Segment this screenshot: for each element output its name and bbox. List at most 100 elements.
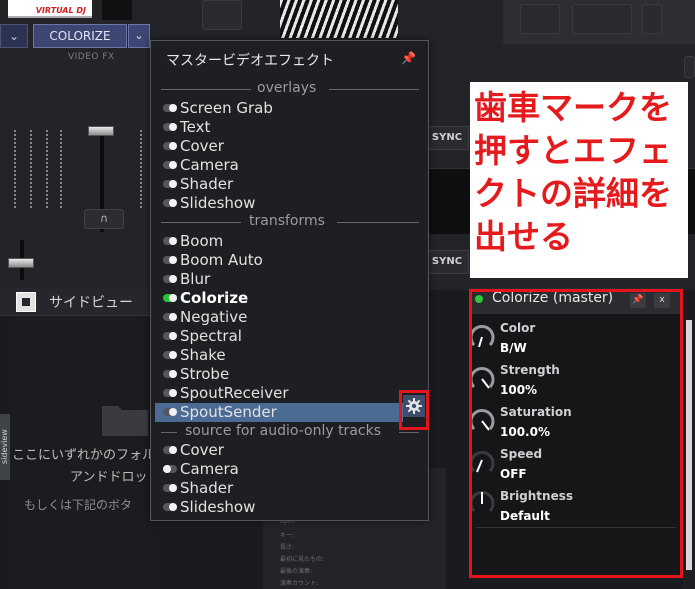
menu-divider xyxy=(329,89,419,90)
section-overlays: overlays xyxy=(257,80,317,96)
effect-screen-grab[interactable]: Screen Grab xyxy=(155,99,403,118)
deck-button[interactable] xyxy=(642,4,662,34)
crossfader-handle[interactable] xyxy=(8,258,34,268)
effect-boom[interactable]: Boom xyxy=(155,232,403,251)
scrollbar-thumb[interactable] xyxy=(686,320,692,570)
toggle-icon xyxy=(163,237,177,245)
section-transforms: transforms xyxy=(249,213,325,229)
toggle-on-icon xyxy=(163,294,177,302)
effect-colorize[interactable]: Colorize xyxy=(155,289,403,308)
toggle-icon xyxy=(163,465,177,473)
toggle-icon xyxy=(163,484,177,492)
menu-divider xyxy=(161,89,251,90)
sideview-icon[interactable] xyxy=(16,292,36,312)
toggle-icon xyxy=(163,256,177,264)
effect-label: Negative xyxy=(180,308,248,326)
effect-shake[interactable]: Shake xyxy=(155,346,403,365)
pin-icon[interactable]: 📌 xyxy=(401,51,416,65)
effect-spout-sender[interactable]: SpoutSender xyxy=(155,403,403,422)
level-meter xyxy=(30,130,32,210)
sync-button[interactable]: SYNC xyxy=(425,250,469,274)
toggle-icon xyxy=(163,275,177,283)
effect-spout-receiver[interactable]: SpoutReceiver xyxy=(155,384,403,403)
logo-text: VIRTUAL DJ xyxy=(35,6,86,15)
effect-label: Shader xyxy=(180,175,234,193)
toggle-icon xyxy=(163,123,177,131)
effect-label: Camera xyxy=(180,156,239,174)
source-camera[interactable]: Camera xyxy=(155,460,403,479)
deck-screen xyxy=(102,0,132,20)
info-length: 長さ: xyxy=(280,544,295,551)
info-key: キー: xyxy=(280,532,295,539)
effect-label: Text xyxy=(180,118,211,136)
effect-label: SpoutReceiver xyxy=(180,384,289,402)
toggle-icon xyxy=(163,313,177,321)
effect-label: Camera xyxy=(180,460,239,478)
effect-label: Boom xyxy=(180,232,224,250)
sideview-hint-line1: ここにいずれかのフォル xyxy=(12,448,156,463)
deck-button[interactable] xyxy=(202,0,242,30)
deck-button[interactable] xyxy=(684,56,695,78)
toggle-icon xyxy=(163,408,177,416)
level-meter xyxy=(14,130,16,210)
effect-label: Spectral xyxy=(180,327,242,345)
menu-divider xyxy=(161,222,241,223)
video-fx-select[interactable]: COLORIZE xyxy=(33,24,127,48)
effect-label: Colorize xyxy=(180,289,249,307)
effect-negative[interactable]: Negative xyxy=(155,308,403,327)
effect-boom-auto[interactable]: Boom Auto xyxy=(155,251,403,270)
toggle-icon xyxy=(163,351,177,359)
toggle-icon xyxy=(163,446,177,454)
menu-title: マスタービデオエフェクト xyxy=(166,53,334,69)
sync-button[interactable]: SYNC xyxy=(425,126,469,150)
master-video-effect-menu: マスタービデオエフェクト 📌 overlays Screen Grab Text… xyxy=(150,40,429,521)
effect-label: SpoutSender xyxy=(180,403,277,421)
toggle-icon xyxy=(163,142,177,150)
toggle-icon xyxy=(163,503,177,511)
level-meter xyxy=(140,130,142,210)
effect-label: Slideshow xyxy=(180,194,256,212)
source-shader[interactable]: Shader xyxy=(155,479,403,498)
scrollbar[interactable] xyxy=(683,320,695,589)
video-fx-dropdown-arrow[interactable]: ⌄ xyxy=(128,24,150,48)
effect-camera[interactable]: Camera xyxy=(155,156,403,175)
effect-label: Shake xyxy=(180,346,226,364)
video-fx-label: VIDEO FX xyxy=(68,52,115,62)
level-meter xyxy=(46,130,48,210)
effect-spectral[interactable]: Spectral xyxy=(155,327,403,346)
effect-shader[interactable]: Shader xyxy=(155,175,403,194)
folder-icon xyxy=(102,406,148,436)
effect-blur[interactable]: Blur xyxy=(155,270,403,289)
deck-button[interactable] xyxy=(520,4,560,34)
effect-label: Blur xyxy=(180,270,211,288)
section-audio-only-source: source for audio-only tracks xyxy=(185,423,381,439)
fx-slot-dropdown[interactable]: ⌄ xyxy=(0,24,28,48)
gear-highlight-box xyxy=(399,390,429,430)
menu-divider xyxy=(161,432,177,433)
sideview-hint-line2: アンドドロッ xyxy=(70,470,148,485)
source-cover[interactable]: Cover xyxy=(155,441,403,460)
toggle-icon xyxy=(163,180,177,188)
video-preview xyxy=(280,0,398,38)
menu-divider xyxy=(399,432,419,433)
effect-text[interactable]: Text xyxy=(155,118,403,137)
effect-label: Strobe xyxy=(180,365,230,383)
info-play-count: 演奏カウント: xyxy=(280,580,319,587)
deck-button[interactable] xyxy=(572,4,632,34)
colorize-panel-highlight-box xyxy=(469,289,683,578)
sideview-title: サイドビュー xyxy=(49,295,133,311)
headphone-cue-button[interactable]: ∩ xyxy=(84,209,124,229)
toggle-icon xyxy=(163,161,177,169)
effect-label: Cover xyxy=(180,137,224,155)
source-slideshow[interactable]: Slideshow xyxy=(155,498,403,517)
effect-cover[interactable]: Cover xyxy=(155,137,403,156)
toggle-icon xyxy=(163,370,177,378)
effect-label: Boom Auto xyxy=(180,251,263,269)
toggle-icon xyxy=(163,199,177,207)
annotation-box: 歯車マークを押すとエフェクトの詳細を出せる xyxy=(470,82,688,278)
effect-slideshow[interactable]: Slideshow xyxy=(155,194,403,213)
app-logo: VIRTUAL DJ xyxy=(8,0,92,18)
volume-fader-handle[interactable] xyxy=(88,126,114,136)
effect-strobe[interactable]: Strobe xyxy=(155,365,403,384)
sideview-tab[interactable]: sideview xyxy=(0,414,10,480)
